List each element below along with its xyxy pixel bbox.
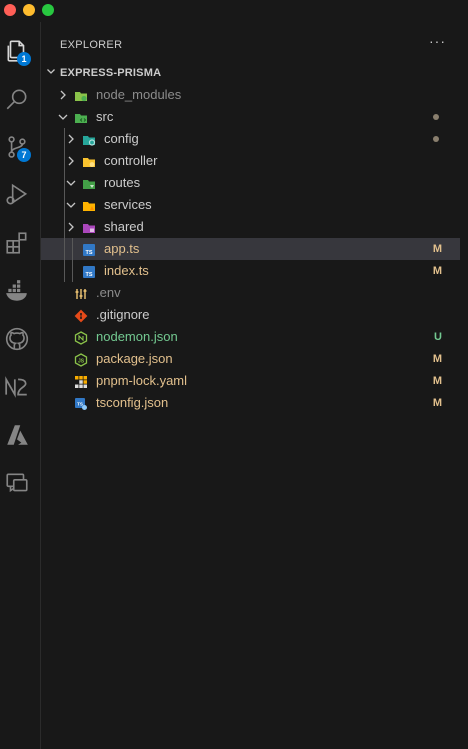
git-status: M <box>432 397 442 409</box>
run-debug-icon[interactable] <box>4 182 30 208</box>
indent-guide <box>72 260 73 282</box>
svg-text:TS: TS <box>77 402 83 407</box>
indent-guide <box>64 128 65 150</box>
svg-text:JS: JS <box>78 359 85 365</box>
tree-item-label: nodemon.json <box>96 329 178 344</box>
indent-guide <box>64 216 65 238</box>
source-control-badge: 7 <box>17 148 31 162</box>
modified-dot <box>433 114 439 120</box>
remote-explorer-icon[interactable] <box>4 470 30 496</box>
tree-folder-config[interactable]: config <box>41 128 460 150</box>
tree-item-label: node_modules <box>96 87 182 102</box>
folder-routes-icon <box>82 176 96 190</box>
folder-services-icon <box>82 198 96 212</box>
source-control-icon[interactable]: 7 <box>4 134 31 162</box>
folder-controller-icon <box>82 154 96 168</box>
folder-node-icon <box>74 88 88 102</box>
tree-item-label: app.ts <box>104 241 140 256</box>
env-icon <box>74 286 88 300</box>
tree-file-app-ts[interactable]: TS app.ts M <box>41 238 460 260</box>
indent-guide <box>64 194 65 216</box>
git-status: M <box>432 243 442 255</box>
tree-item-label: services <box>104 197 152 212</box>
nx-icon[interactable] <box>4 374 30 400</box>
chevron-right-icon <box>58 84 74 106</box>
tree-file-tsconfig-json[interactable]: TS tsconfig.json M <box>41 392 460 414</box>
tree-item-label: .gitignore <box>96 307 150 322</box>
docker-icon[interactable] <box>4 278 30 304</box>
chevron-down-icon <box>66 194 82 216</box>
chevron-down-icon <box>58 106 74 128</box>
svg-text:TS: TS <box>85 272 92 278</box>
chevron-down-icon <box>66 172 82 194</box>
chevron-right-icon <box>66 128 82 150</box>
tree-file-env[interactable]: .env <box>41 282 460 304</box>
minimize-window-button[interactable] <box>23 4 35 16</box>
indent-guide <box>64 150 65 172</box>
title-bar <box>0 0 468 22</box>
tree-item-label: config <box>104 131 139 146</box>
tree-item-label: index.ts <box>104 263 149 278</box>
tree-item-label: tsconfig.json <box>96 395 169 410</box>
typescript-icon: TS <box>82 242 96 256</box>
tsconfig-icon: TS <box>74 396 88 410</box>
explorer-sidebar: EXPLORER ··· EXPRESS-PRISMA node_modules… <box>41 22 468 749</box>
nodemon-icon <box>74 330 88 345</box>
indent-guide <box>64 238 65 260</box>
tree-file-package-json[interactable]: JS package.json M <box>41 348 460 370</box>
tree-item-label: controller <box>104 153 158 168</box>
folder-src-icon <box>74 110 88 124</box>
indent-guide <box>64 172 65 194</box>
tree-file-gitignore[interactable]: .gitignore <box>41 304 460 326</box>
close-window-button[interactable] <box>4 4 16 16</box>
git-status: M <box>432 375 442 387</box>
github-icon[interactable] <box>4 326 30 352</box>
tree-folder-node-modules[interactable]: node_modules <box>41 84 460 106</box>
nodejs-icon: JS <box>74 352 88 367</box>
typescript-icon: TS <box>82 264 96 278</box>
git-icon <box>74 308 88 323</box>
tree-item-label: src <box>96 109 114 124</box>
files-badge: 1 <box>17 52 31 66</box>
search-icon[interactable] <box>4 86 30 112</box>
project-header[interactable]: EXPRESS-PRISMA <box>46 66 161 79</box>
tree-item-label: package.json <box>96 351 173 366</box>
tree-file-nodemon-json[interactable]: nodemon.json U <box>41 326 460 348</box>
svg-text:TS: TS <box>85 250 92 256</box>
tree-folder-routes[interactable]: routes <box>41 172 460 194</box>
explorer-title: EXPLORER <box>60 39 123 51</box>
folder-shared-icon <box>82 220 96 234</box>
indent-guide <box>72 238 73 260</box>
extensions-icon[interactable] <box>4 230 30 256</box>
git-status: M <box>432 265 442 277</box>
files-icon[interactable]: 1 <box>4 38 31 66</box>
chevron-down-icon <box>46 66 60 79</box>
indent-guide <box>64 260 65 282</box>
tree-item-label: routes <box>104 175 141 190</box>
tree-folder-shared[interactable]: shared <box>41 216 460 238</box>
zoom-window-button[interactable] <box>42 4 54 16</box>
tree-item-label: shared <box>104 219 144 234</box>
azure-icon[interactable] <box>4 422 30 448</box>
project-name: EXPRESS-PRISMA <box>60 67 162 79</box>
tree-folder-services[interactable]: services <box>41 194 460 216</box>
tree-folder-src[interactable]: src <box>41 106 460 128</box>
tree-file-index-ts[interactable]: TS index.ts M <box>41 260 460 282</box>
folder-config-icon <box>82 132 96 146</box>
tree-file-pnpm-lock-yaml[interactable]: pnpm-lock.yaml M <box>41 370 460 392</box>
activity-bar: 1 7 <box>0 22 41 749</box>
tree-item-label: pnpm-lock.yaml <box>96 373 188 388</box>
tree-folder-controller[interactable]: controller <box>41 150 460 172</box>
chevron-right-icon <box>66 150 82 172</box>
git-status: M <box>432 353 442 365</box>
git-status: U <box>434 331 442 343</box>
tree-item-label: .env <box>96 285 121 300</box>
more-actions-button[interactable]: ··· <box>429 33 446 49</box>
modified-dot <box>433 136 439 142</box>
chevron-right-icon <box>66 216 82 238</box>
pnpm-icon <box>74 374 88 388</box>
